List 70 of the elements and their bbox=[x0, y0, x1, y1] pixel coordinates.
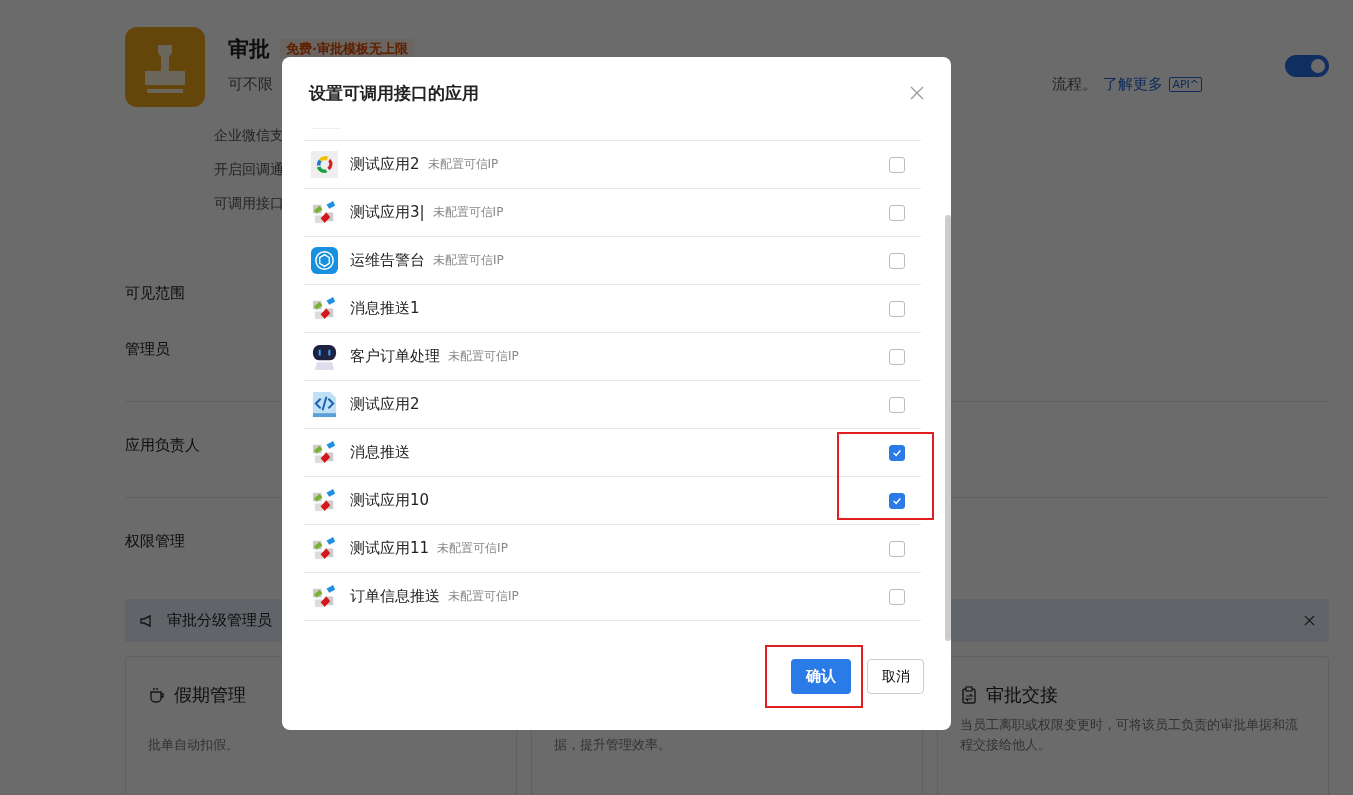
section-label: 应用负责人 bbox=[125, 435, 200, 455]
close-icon[interactable] bbox=[910, 86, 924, 100]
blocks-icon bbox=[311, 487, 338, 514]
ip-status: 未配置可信IP bbox=[427, 156, 499, 173]
section-label: 权限管理 bbox=[125, 531, 185, 551]
clipboard-icon bbox=[960, 686, 978, 704]
blocks-icon bbox=[311, 199, 338, 226]
blocks-icon bbox=[311, 535, 338, 562]
app-list-item[interactable]: 运维告警台 未配置可信IP bbox=[304, 237, 921, 285]
checkbox[interactable] bbox=[889, 492, 905, 509]
ip-status: 未配置可信IP bbox=[448, 588, 519, 605]
code-file-icon bbox=[311, 391, 338, 418]
check-icon bbox=[892, 447, 902, 458]
app-title: 审批 bbox=[228, 36, 270, 63]
confirm-button[interactable]: 确认 bbox=[791, 659, 851, 694]
app-list-item[interactable]: 测试应用11 未配置可信IP bbox=[304, 525, 921, 573]
app-list-item[interactable]: 测试应用10 bbox=[304, 477, 921, 525]
app-list-item[interactable]: 测试应用2 未配置可信IP bbox=[304, 141, 921, 189]
blocks-icon bbox=[311, 583, 338, 610]
checkbox[interactable] bbox=[889, 540, 905, 557]
app-description-end: 流程。 bbox=[1052, 75, 1098, 94]
app-list-item[interactable]: 消息推送1 bbox=[304, 285, 921, 333]
app-list-item[interactable]: 测试应用2 bbox=[304, 381, 921, 429]
checkbox[interactable] bbox=[889, 300, 905, 317]
checkbox[interactable] bbox=[889, 204, 905, 221]
app-description: 可不限 bbox=[228, 75, 273, 94]
app-name: 消息推送 bbox=[350, 443, 410, 462]
checkbox[interactable] bbox=[889, 348, 905, 365]
blocks-icon bbox=[311, 439, 338, 466]
app-name: 测试应用2 bbox=[350, 155, 420, 174]
app-name: 订单信息推送 bbox=[350, 587, 440, 606]
app-name: 消息推送1 bbox=[350, 299, 420, 318]
blocks-icon bbox=[311, 295, 338, 322]
promo-tag: 免费·审批模板无上限 bbox=[280, 39, 414, 59]
setting-label: 开启回调通 bbox=[214, 161, 284, 179]
app-list-item[interactable]: 消息推送 bbox=[304, 429, 921, 477]
section-label: 可见范围 bbox=[125, 283, 185, 303]
notice-text: 审批分级管理员 bbox=[167, 611, 273, 630]
section-label: 管理员 bbox=[125, 339, 170, 359]
cube-icon bbox=[311, 247, 338, 274]
ip-status: 未配置可信IP bbox=[437, 540, 508, 557]
app-name: 客户订单处理 bbox=[350, 347, 440, 366]
app-name: 运维告警台 bbox=[350, 251, 425, 270]
cancel-button[interactable]: 取消 bbox=[867, 659, 924, 694]
checkbox[interactable] bbox=[889, 252, 905, 269]
dialog-title: 设置可调用接口的应用 bbox=[309, 82, 479, 105]
ip-status: 未配置可信IP bbox=[448, 348, 519, 365]
app-list-item[interactable]: 测试应用3| 未配置可信IP bbox=[304, 189, 921, 237]
ring-icon bbox=[311, 151, 338, 178]
cup-icon bbox=[148, 686, 166, 704]
checkbox[interactable] bbox=[889, 444, 905, 461]
enable-toggle[interactable] bbox=[1285, 55, 1329, 77]
checkbox[interactable] bbox=[889, 396, 905, 413]
ip-status: 未配置可信IP bbox=[432, 204, 504, 221]
robot-icon bbox=[311, 343, 338, 370]
ip-status: 未配置可信IP bbox=[433, 252, 504, 269]
close-icon[interactable] bbox=[1304, 615, 1315, 626]
app-name: 测试应用11 bbox=[350, 539, 430, 558]
stamp-icon bbox=[125, 27, 205, 107]
app-name: 测试应用3| bbox=[350, 203, 425, 222]
app-list-item[interactable]: 客户订单处理 未配置可信IP bbox=[304, 333, 921, 381]
app-list-item[interactable]: 订单信息推送 未配置可信IP bbox=[304, 573, 921, 621]
setting-label: 可调用接口 bbox=[214, 195, 284, 213]
checkbox[interactable] bbox=[889, 588, 905, 605]
card-title: 审批交接 bbox=[986, 683, 1058, 707]
app-name: 测试应用10 bbox=[350, 491, 430, 510]
app-name: 测试应用2 bbox=[350, 395, 420, 414]
checkbox[interactable] bbox=[889, 156, 905, 173]
check-icon bbox=[892, 495, 902, 506]
card-title: 假期管理 bbox=[174, 683, 246, 707]
